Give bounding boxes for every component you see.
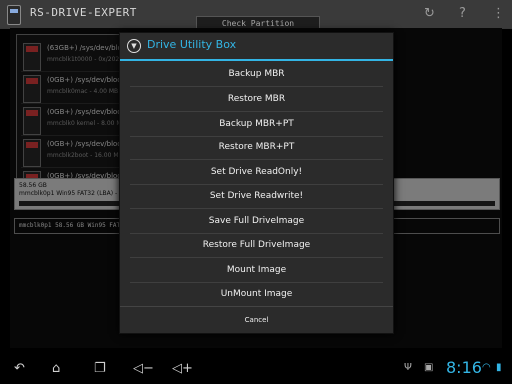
refresh-icon[interactable]: ↻ bbox=[424, 6, 435, 21]
home-icon[interactable]: ⌂ bbox=[52, 361, 60, 376]
system-navigation-bar: ↶ ⌂ ❐ ◁− ◁+ Ψ ▣ 8:16 ◠ ▮ bbox=[0, 350, 512, 384]
unmount-image-button[interactable]: UnMount Image bbox=[120, 282, 393, 306]
battery-icon: ▮ bbox=[496, 362, 502, 373]
action-bar: RS-DRIVE-EXPERT Check Partition ↻ ? ⋮ bbox=[0, 0, 512, 32]
app-icon bbox=[7, 5, 21, 25]
wifi-icon: ◠ bbox=[482, 362, 491, 373]
cancel-button[interactable]: Cancel bbox=[120, 307, 393, 334]
restore-full-driveimage-button[interactable]: Restore Full DriveImage bbox=[120, 233, 393, 257]
chevron-down-icon: ▼ bbox=[127, 39, 141, 53]
dialog-footer: Cancel bbox=[120, 306, 393, 334]
volume-up-icon[interactable]: ◁+ bbox=[172, 361, 193, 376]
app-title: RS-DRIVE-EXPERT bbox=[30, 6, 137, 19]
notification-icon: ▣ bbox=[424, 362, 434, 373]
help-icon[interactable]: ? bbox=[459, 6, 466, 21]
volume-down-icon[interactable]: ◁− bbox=[133, 361, 154, 376]
set-readwrite-button[interactable]: Set Drive Readwrite! bbox=[120, 184, 393, 208]
restore-mbr-button[interactable]: Restore MBR bbox=[120, 87, 393, 111]
back-icon[interactable]: ↶ bbox=[14, 361, 25, 376]
mount-image-button[interactable]: Mount Image bbox=[120, 258, 393, 282]
save-full-driveimage-button[interactable]: Save Full DriveImage bbox=[120, 209, 393, 233]
drive-utility-dialog: ▼ Drive Utility Box Backup MBR Restore M… bbox=[119, 32, 394, 334]
backup-mbr-pt-button[interactable]: Backup MBR+PT bbox=[120, 112, 393, 136]
dialog-title-divider bbox=[120, 59, 393, 61]
set-readonly-button[interactable]: Set Drive ReadOnly! bbox=[120, 160, 393, 184]
dialog-title: Drive Utility Box bbox=[147, 38, 237, 51]
recent-apps-icon[interactable]: ❐ bbox=[94, 361, 106, 376]
restore-mbr-pt-button[interactable]: Restore MBR+PT bbox=[120, 135, 393, 159]
dialog-header: ▼ Drive Utility Box bbox=[120, 33, 393, 59]
clock: 8:16 bbox=[446, 358, 482, 377]
usb-icon: Ψ bbox=[404, 362, 412, 373]
backup-mbr-button[interactable]: Backup MBR bbox=[120, 62, 393, 86]
overflow-menu-icon[interactable]: ⋮ bbox=[492, 6, 505, 21]
